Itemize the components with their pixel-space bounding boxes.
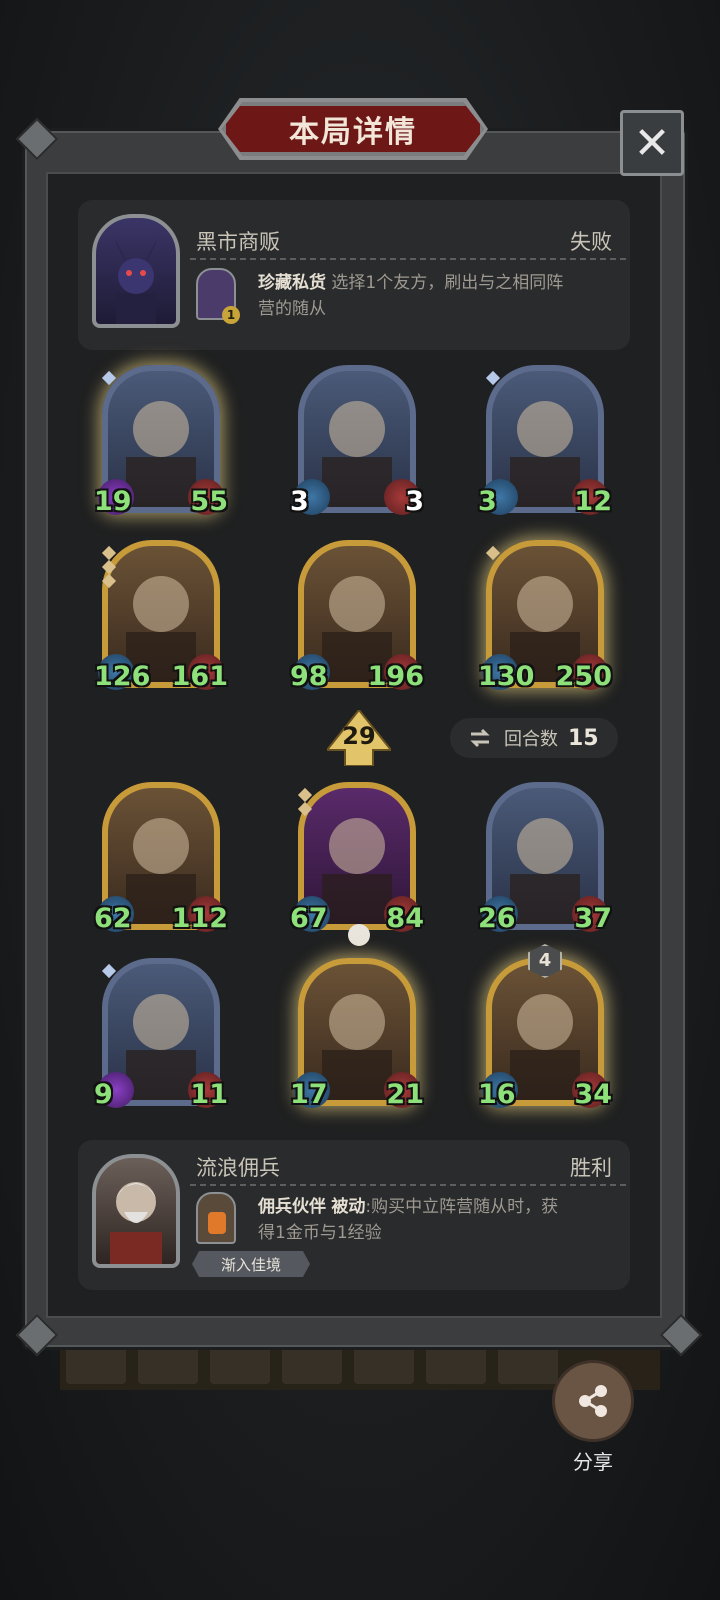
close-icon: ✕ xyxy=(633,117,671,169)
minion-attack: 26 xyxy=(478,903,516,934)
minion-health: 250 xyxy=(555,661,612,692)
player-result: 胜利 xyxy=(570,1156,612,1180)
minion-health: 12 xyxy=(574,486,612,517)
minion-attack: 16 xyxy=(478,1079,516,1110)
minion-health: 34 xyxy=(574,1079,612,1110)
minion-card[interactable]: 67 84 xyxy=(290,782,424,946)
opponent-result: 失败 xyxy=(570,230,612,254)
opponent-name: 黑市商贩 xyxy=(196,230,280,254)
player-power-line2: 得1金币与1经验 xyxy=(258,1223,382,1243)
hero-power-furnace-icon[interactable] xyxy=(196,1192,236,1244)
minion-card[interactable]: 3 12 xyxy=(478,365,612,517)
minion-card[interactable]: 98 196 xyxy=(290,540,424,692)
dialog-title: 本局详情 xyxy=(222,102,484,156)
minion-attack: 19 xyxy=(94,486,132,517)
minion-attack: 62 xyxy=(94,903,132,934)
minion-card[interactable]: 33 xyxy=(290,365,424,517)
minion-health: 55 xyxy=(190,486,228,517)
deathrattle-skull-icon xyxy=(348,924,370,946)
hero-power-door-icon[interactable]: 1 xyxy=(196,268,240,324)
opponent-power-line2: 营的随从 xyxy=(258,299,326,319)
minion-attack: 126 xyxy=(94,661,151,692)
minion-health: 84 xyxy=(386,903,424,934)
bat-hero-art xyxy=(114,238,158,324)
opponent-hero-portrait[interactable] xyxy=(92,214,180,328)
opponent-divider xyxy=(190,258,626,260)
minion-card[interactable]: 16 34 4 xyxy=(478,944,612,1110)
player-power-line1: :购买中立阵营随从时，获 xyxy=(365,1197,559,1217)
minion-attack: 3 xyxy=(478,486,497,517)
minion-attack: 3 xyxy=(290,486,309,517)
minion-attack: 17 xyxy=(290,1079,328,1110)
hero-power-cost-badge: 1 xyxy=(222,306,240,324)
turn-cycle-icon xyxy=(470,728,490,748)
opponent-power-line1: 选择1个友方，刷出与之相同阵 xyxy=(331,273,564,293)
mercenary-hero-art xyxy=(110,1182,162,1264)
share-icon xyxy=(579,1385,607,1417)
minion-card[interactable]: 19 55 xyxy=(94,365,228,517)
player-hero-portrait[interactable] xyxy=(92,1154,180,1268)
player-power-type: 被动 xyxy=(331,1197,366,1217)
turn-count-value: 15 xyxy=(568,725,599,751)
minion-card[interactable]: 26 37 xyxy=(478,782,612,934)
opponent-power-name: 珍藏私货 xyxy=(258,273,326,293)
minion-health: 3 xyxy=(405,486,424,517)
minion-health: 37 xyxy=(574,903,612,934)
minion-card[interactable]: 62 112 xyxy=(94,782,228,934)
minion-card[interactable]: 17 21 xyxy=(290,958,424,1110)
minion-attack: 9 xyxy=(94,1079,113,1110)
minion-attack: 67 xyxy=(290,903,328,934)
close-button[interactable]: ✕ xyxy=(620,110,684,176)
minion-card[interactable]: 130 250 xyxy=(478,540,612,692)
opponent-power-desc: 珍藏私货 选择1个友方，刷出与之相同阵 营的随从 xyxy=(258,270,618,322)
minion-attack: 98 xyxy=(290,661,328,692)
minion-attack: 130 xyxy=(478,661,535,692)
player-power-desc: 佣兵伙伴 被动:购买中立阵营随从时，获 得1金币与1经验 xyxy=(258,1194,618,1246)
minion-card[interactable]: 126 161 xyxy=(94,540,228,692)
minion-card[interactable]: 9 11 xyxy=(94,958,228,1110)
player-power-name: 佣兵伙伴 xyxy=(258,1197,326,1217)
player-divider xyxy=(190,1184,626,1186)
turn-count-pill: 回合数 15 xyxy=(450,718,618,758)
turn-count-label: 回合数 xyxy=(504,729,558,750)
minion-health: 196 xyxy=(367,661,424,692)
furnace-flame-icon xyxy=(208,1212,226,1234)
player-name: 流浪佣兵 xyxy=(196,1156,280,1180)
share-label: 分享 xyxy=(573,1450,613,1474)
minion-health: 161 xyxy=(171,661,228,692)
minion-health: 112 xyxy=(171,903,228,934)
share-button[interactable] xyxy=(552,1360,634,1442)
minion-health: 21 xyxy=(386,1079,424,1110)
tier-value: 29 xyxy=(342,722,376,750)
player-status-tag: 渐入佳境 xyxy=(192,1251,310,1277)
minion-health: 11 xyxy=(190,1079,228,1110)
